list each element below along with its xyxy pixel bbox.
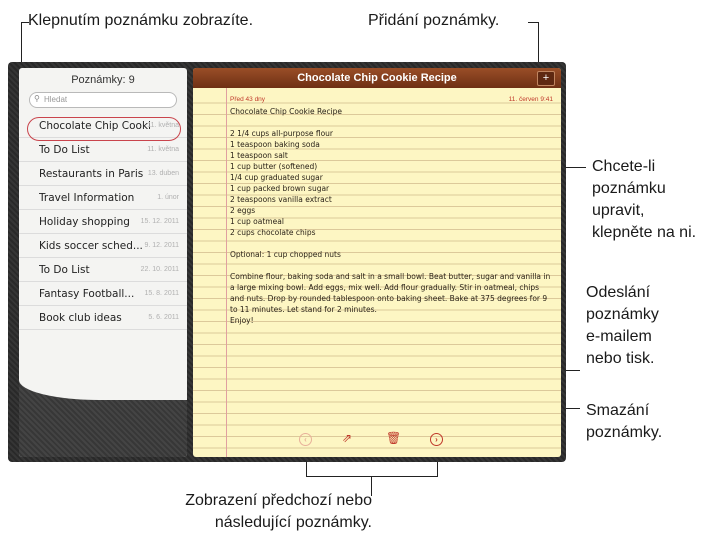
- leader-line: [371, 476, 372, 496]
- callout-add-note: Přidání poznámky.: [368, 12, 500, 29]
- list-item-title: Fantasy Football...: [39, 288, 135, 300]
- callout-prev-next-line: následující poznámky.: [214, 514, 372, 531]
- callout-send-line: nebo tisk.: [586, 350, 655, 367]
- callout-prev-next: Zobrazení předchozí nebo následující poz…: [0, 490, 372, 534]
- note-title-bar: Chocolate Chip Cookie Recipe +: [193, 68, 561, 88]
- list-item-title: To Do List: [39, 264, 90, 276]
- magnifier-icon: ⚲: [34, 94, 40, 103]
- callout-send: Odeslání poznámky e-mailem nebo tisk.: [586, 282, 659, 370]
- search-placeholder: Hledat: [44, 95, 68, 104]
- note-date: 11. červen 9:41: [508, 96, 553, 103]
- note-pad[interactable]: Chocolate Chip Cookie Recipe + Před 43 d…: [193, 68, 561, 457]
- list-item-title: Book club ideas: [39, 312, 122, 324]
- selected-item-highlight: [27, 117, 181, 141]
- callout-edit: Chcete-li poznámku upravit, klepněte na …: [592, 156, 696, 244]
- note-age: Před 43 dny: [230, 96, 266, 103]
- notes-list: Chocolate Chip Cookie...11. května To Do…: [19, 114, 187, 330]
- trash-icon[interactable]: 🗑: [386, 431, 401, 445]
- list-item[interactable]: To Do List 11. května: [19, 138, 187, 162]
- list-item[interactable]: Kids soccer sched... 9. 12. 2011: [19, 234, 187, 258]
- callout-tap-to-view: Klepnutím poznámku zobrazíte.: [28, 12, 254, 29]
- add-note-button[interactable]: +: [537, 71, 555, 86]
- list-item[interactable]: To Do List 22. 10. 2011: [19, 258, 187, 282]
- list-item[interactable]: Restaurants in Paris 13. duben: [19, 162, 187, 186]
- leader-line: [21, 22, 29, 23]
- list-item[interactable]: Travel Information 1. únor: [19, 186, 187, 210]
- sidebar-title: Poznámky: 9: [71, 74, 135, 86]
- leader-line: [528, 22, 538, 23]
- list-item-date: 15. 8. 2011: [144, 290, 179, 297]
- leader-line: [306, 476, 438, 477]
- callout-delete: Smazání poznámky.: [586, 400, 662, 444]
- page-fold: [19, 360, 187, 400]
- list-item-title: Restaurants in Paris: [39, 168, 144, 180]
- list-item-title: To Do List: [39, 144, 90, 156]
- previous-arrow-icon[interactable]: ‹: [299, 431, 312, 446]
- callout-send-line: poznámky: [586, 306, 659, 323]
- list-item[interactable]: Fantasy Football... 15. 8. 2011: [19, 282, 187, 306]
- list-item-date: 13. duben: [147, 170, 179, 177]
- note-body[interactable]: Chocolate Chip Cookie Recipe 2 1/4 cups …: [230, 106, 555, 326]
- callout-delete-line: poznámky.: [586, 424, 663, 441]
- list-item-date: 22. 10. 2011: [140, 266, 179, 273]
- callout-delete-line: Smazání: [586, 402, 650, 419]
- list-item-date: 5. 6. 2011: [148, 314, 179, 321]
- callout-send-line: Odeslání: [586, 284, 651, 301]
- list-item-title: Kids soccer sched...: [39, 240, 143, 252]
- callout-edit-line: upravit,: [592, 202, 645, 219]
- list-item[interactable]: Book club ideas 5. 6. 2011: [19, 306, 187, 330]
- list-item[interactable]: Holiday shopping 15. 12. 2011: [19, 210, 187, 234]
- list-item-title: Travel Information: [39, 192, 135, 204]
- callout-edit-line: klepněte na ni.: [592, 224, 697, 241]
- callout-edit-line: Chcete-li: [592, 158, 656, 175]
- next-arrow-icon[interactable]: ›: [430, 431, 443, 446]
- list-item-date: 11. května: [147, 146, 179, 153]
- search-input[interactable]: ⚲ Hledat: [29, 92, 177, 108]
- note-title: Chocolate Chip Cookie Recipe: [297, 72, 457, 84]
- margin-line: [226, 88, 227, 457]
- callout-prev-next-line: Zobrazení předchozí nebo: [185, 492, 372, 509]
- list-item-date: 15. 12. 2011: [140, 218, 179, 225]
- list-item-date: 1. únor: [157, 194, 179, 201]
- list-item-date: 9. 12. 2011: [144, 242, 179, 249]
- callout-edit-line: poznámku: [592, 180, 666, 197]
- callout-send-line: e-mailem: [586, 328, 652, 345]
- share-icon[interactable]: ⇗: [342, 431, 352, 445]
- list-item-title: Holiday shopping: [39, 216, 130, 228]
